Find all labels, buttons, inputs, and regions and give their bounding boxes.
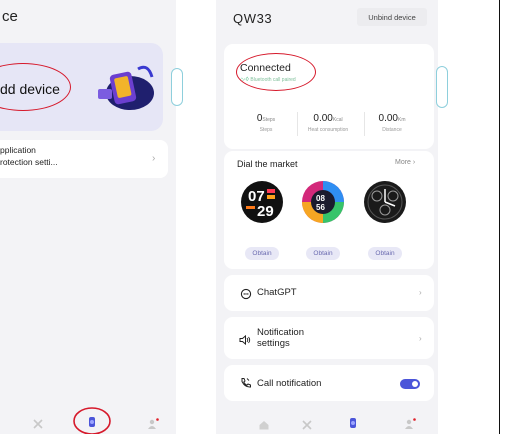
page-title: ce xyxy=(2,8,18,25)
obtain-button[interactable]: Obtain xyxy=(245,247,279,260)
phone-icon xyxy=(241,378,251,388)
chat-icon xyxy=(240,288,252,300)
obtain-button[interactable]: Obtain xyxy=(368,247,402,260)
face-time-bottom: 56 xyxy=(316,203,325,212)
device-name: QW33 xyxy=(233,11,273,26)
face-time-top: 08 xyxy=(316,194,325,203)
profile-icon[interactable] xyxy=(147,418,159,430)
watch-icon[interactable] xyxy=(86,416,98,428)
face-digital[interactable]: 07 29 xyxy=(240,180,284,224)
home-icon[interactable] xyxy=(258,419,270,431)
heat-stat: 0.00Kcal Heat consumption xyxy=(307,113,349,133)
chatgpt-row[interactable] xyxy=(224,275,434,311)
chevron-right-icon: › xyxy=(419,288,422,297)
dial-market-title: Dial the market xyxy=(237,159,298,169)
call-notification-label: Call notification xyxy=(257,378,322,389)
watch-illustration-icon xyxy=(98,65,154,110)
side-handle[interactable] xyxy=(436,66,448,108)
watch-icon[interactable] xyxy=(347,417,359,429)
sport-icon[interactable] xyxy=(32,418,44,430)
call-notification-toggle[interactable] xyxy=(400,379,420,389)
obtain-button[interactable]: Obtain xyxy=(306,247,340,260)
unbind-device-button[interactable]: Unbind device xyxy=(357,8,427,26)
annotation-circle xyxy=(236,53,316,91)
right-panel-edge xyxy=(499,0,519,434)
chevron-right-icon: › xyxy=(419,334,422,343)
profile-icon[interactable] xyxy=(404,418,416,430)
notification-settings-line2: settings xyxy=(257,338,290,349)
steps-stat: 0Steps Steps xyxy=(256,113,276,133)
face-colorful[interactable]: 08 56 xyxy=(301,180,345,224)
notification-settings-row[interactable] xyxy=(224,317,434,359)
notification-settings-line1: Notification xyxy=(257,327,304,338)
chatgpt-label: ChatGPT xyxy=(257,287,297,298)
app-notification-line1: pplication xyxy=(0,145,36,155)
face-time-bottom: 29 xyxy=(257,203,274,220)
speaker-icon xyxy=(239,334,251,346)
sport-icon[interactable] xyxy=(301,419,313,431)
more-link[interactable]: More › xyxy=(395,159,415,166)
app-notification-line2: rotection setti... xyxy=(0,157,58,167)
chevron-right-icon: › xyxy=(152,153,156,164)
left-device-panel: ce dd device pplication rotection setti.… xyxy=(0,0,176,434)
distance-stat: 0.00Km Distance xyxy=(378,113,406,133)
face-analog[interactable] xyxy=(363,180,407,224)
side-handle[interactable] xyxy=(171,68,183,106)
